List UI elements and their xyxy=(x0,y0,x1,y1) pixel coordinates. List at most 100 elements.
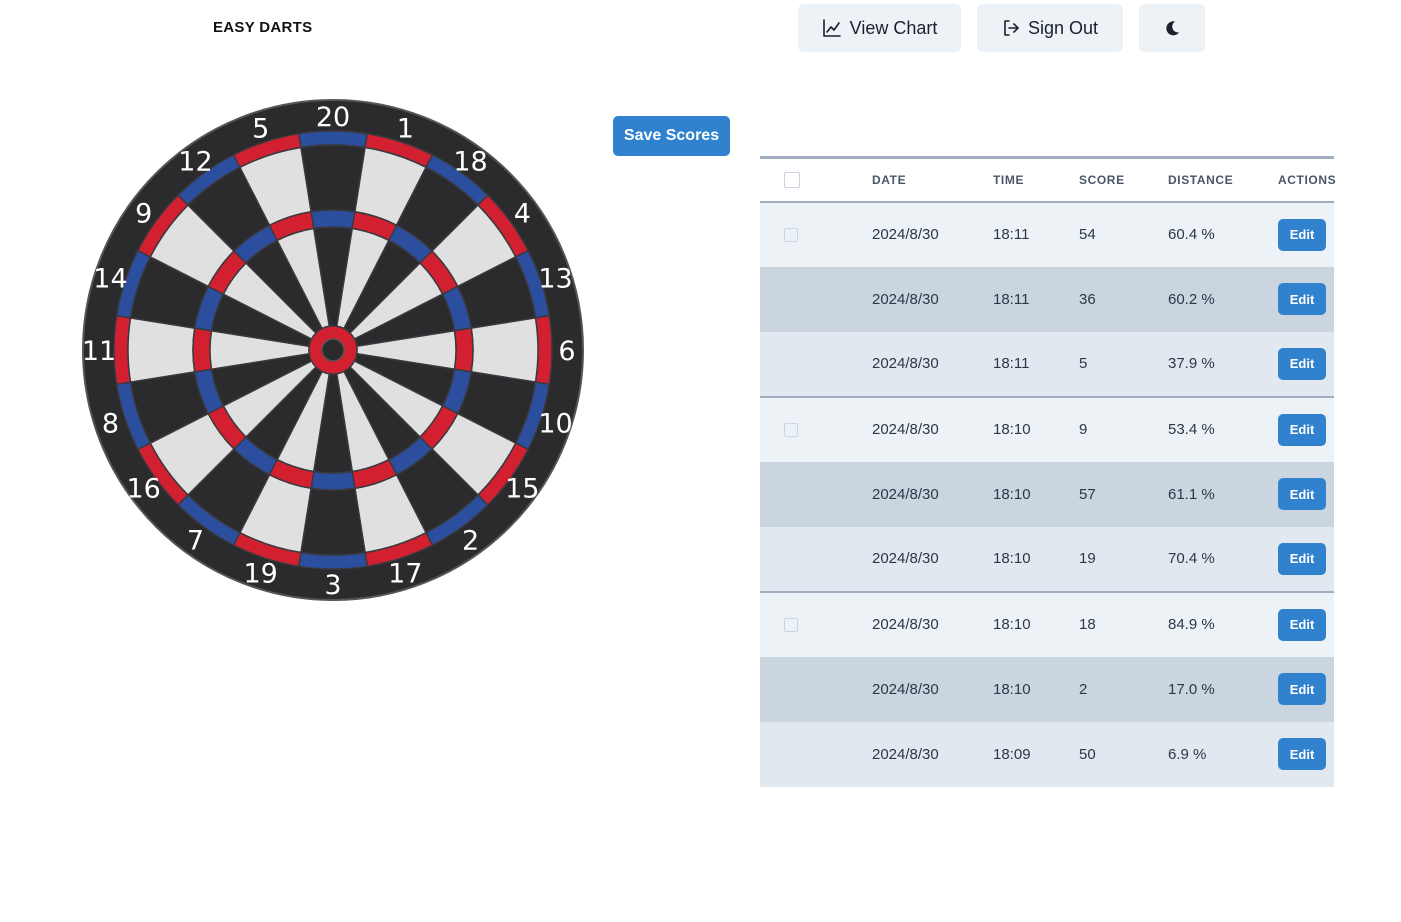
actions-cell: Edit xyxy=(1278,202,1334,267)
sector-number: 3 xyxy=(324,570,341,601)
row-select-cell xyxy=(760,657,872,722)
time-cell: 18:10 xyxy=(993,616,1031,633)
triple-segment xyxy=(192,327,213,373)
sector-number: 12 xyxy=(178,147,212,178)
date-cell: 2024/8/30 xyxy=(872,550,939,567)
row-checkbox[interactable] xyxy=(784,422,798,437)
sector-number: 13 xyxy=(538,264,572,295)
time-cell: 18:11 xyxy=(993,355,1030,372)
sector-number: 20 xyxy=(316,102,350,133)
sector-number: 15 xyxy=(505,474,539,505)
score-cell: 54 xyxy=(1079,226,1096,243)
header-actions: ACTIONS xyxy=(1278,172,1337,187)
outer-single-segment xyxy=(127,317,196,383)
edit-button[interactable]: Edit xyxy=(1278,218,1326,251)
header-time: TIME xyxy=(993,172,1025,187)
date-cell: 2024/8/30 xyxy=(872,421,939,438)
table-row: 2024/8/30 18:10 57 61.1 % Edit xyxy=(760,461,1334,527)
date-cell: 2024/8/30 xyxy=(872,616,939,633)
row-select-cell xyxy=(760,462,872,527)
row-checkbox[interactable] xyxy=(784,227,798,242)
edit-button[interactable]: Edit xyxy=(1278,283,1326,315)
dartboard[interactable]: 20 1 18 4 13 6 10 15 2 17 3 19 7 16 8 11 14 9 12 5 xyxy=(82,99,584,601)
app-title: EASY DARTS xyxy=(213,19,313,36)
score-cell: 5 xyxy=(1079,355,1088,372)
date-cell: 2024/8/30 xyxy=(872,290,939,308)
triple-segment xyxy=(310,470,356,491)
sector-number: 9 xyxy=(135,198,152,229)
date-cell: 2024/8/30 xyxy=(872,680,939,698)
distance-cell: 6.9 % xyxy=(1168,745,1207,763)
score-cell: 18 xyxy=(1079,616,1096,633)
sector-number: 1 xyxy=(397,113,414,144)
actions-cell: Edit xyxy=(1278,657,1334,722)
sign-out-icon xyxy=(1004,20,1019,36)
row-select-cell xyxy=(760,332,872,397)
actions-cell: Edit xyxy=(1278,592,1334,657)
outer-single-segment xyxy=(470,317,539,383)
select-all-checkbox[interactable] xyxy=(784,171,800,188)
bullseye xyxy=(321,338,345,362)
distance-cell: 84.9 % xyxy=(1168,616,1215,633)
table-row: 2024/8/30 18:10 18 84.9 % Edit xyxy=(760,591,1334,657)
edit-button[interactable]: Edit xyxy=(1278,608,1326,641)
view-chart-label: View Chart xyxy=(849,17,938,38)
actions-cell: Edit xyxy=(1278,332,1334,397)
row-select-cell xyxy=(760,592,872,657)
select-all-cell xyxy=(760,158,872,202)
sign-out-label: Sign Out xyxy=(1027,17,1099,38)
date-cell: 2024/8/30 xyxy=(872,485,939,503)
sector-number: 19 xyxy=(244,559,278,590)
time-cell: 18:10 xyxy=(993,485,1031,503)
time-cell: 18:10 xyxy=(993,550,1031,567)
sector-number: 7 xyxy=(187,525,204,556)
row-checkbox[interactable] xyxy=(784,487,798,501)
row-checkbox[interactable] xyxy=(784,617,798,632)
actions-cell: Edit xyxy=(1278,397,1334,462)
table-row: 2024/8/30 18:11 54 60.4 % Edit xyxy=(760,201,1334,267)
score-cell: 57 xyxy=(1079,485,1096,503)
sector-number: 8 xyxy=(102,408,119,439)
sector-number: 6 xyxy=(558,336,575,367)
edit-button[interactable]: Edit xyxy=(1278,673,1326,705)
distance-cell: 60.2 % xyxy=(1168,290,1215,308)
sector-number: 5 xyxy=(252,113,269,144)
row-select-cell xyxy=(760,267,872,332)
sector-number: 11 xyxy=(82,336,116,367)
row-checkbox[interactable] xyxy=(784,292,798,306)
sector-number: 4 xyxy=(514,198,531,229)
outer-single-segment xyxy=(300,144,366,213)
header-score: SCORE xyxy=(1079,172,1125,187)
sector-number: 17 xyxy=(388,559,422,590)
date-cell: 2024/8/30 xyxy=(872,226,939,243)
time-cell: 18:11 xyxy=(993,226,1030,243)
header-date: DATE xyxy=(872,172,907,187)
table-row: 2024/8/30 18:09 50 6.9 % Edit xyxy=(760,721,1334,787)
distance-cell: 17.0 % xyxy=(1168,680,1215,698)
score-cell: 50 xyxy=(1079,745,1096,763)
table-row: 2024/8/30 18:11 36 60.2 % Edit xyxy=(760,266,1334,332)
view-chart-button[interactable]: View Chart xyxy=(798,4,961,52)
table-row: 2024/8/30 18:10 19 70.4 % Edit xyxy=(760,526,1334,592)
time-cell: 18:09 xyxy=(993,745,1031,763)
theme-toggle-button[interactable] xyxy=(1139,4,1205,52)
sector-number: 18 xyxy=(453,147,487,178)
edit-button[interactable]: Edit xyxy=(1278,738,1326,770)
score-cell: 36 xyxy=(1079,290,1096,308)
date-cell: 2024/8/30 xyxy=(872,745,939,763)
edit-button[interactable]: Edit xyxy=(1278,478,1326,510)
score-cell: 9 xyxy=(1079,421,1088,438)
sign-out-button[interactable]: Sign Out xyxy=(977,4,1123,52)
sector-number: 10 xyxy=(538,408,572,439)
row-checkbox[interactable] xyxy=(784,682,798,696)
moon-icon xyxy=(1166,21,1179,36)
time-cell: 18:11 xyxy=(993,290,1030,308)
triple-segment xyxy=(310,209,356,230)
edit-button[interactable]: Edit xyxy=(1278,347,1326,380)
edit-button[interactable]: Edit xyxy=(1278,413,1326,446)
edit-button[interactable]: Edit xyxy=(1278,542,1326,575)
save-scores-button[interactable]: Save Scores xyxy=(613,116,730,156)
distance-cell: 61.1 % xyxy=(1168,485,1215,503)
distance-cell: 37.9 % xyxy=(1168,355,1215,372)
distance-cell: 53.4 % xyxy=(1168,421,1215,438)
